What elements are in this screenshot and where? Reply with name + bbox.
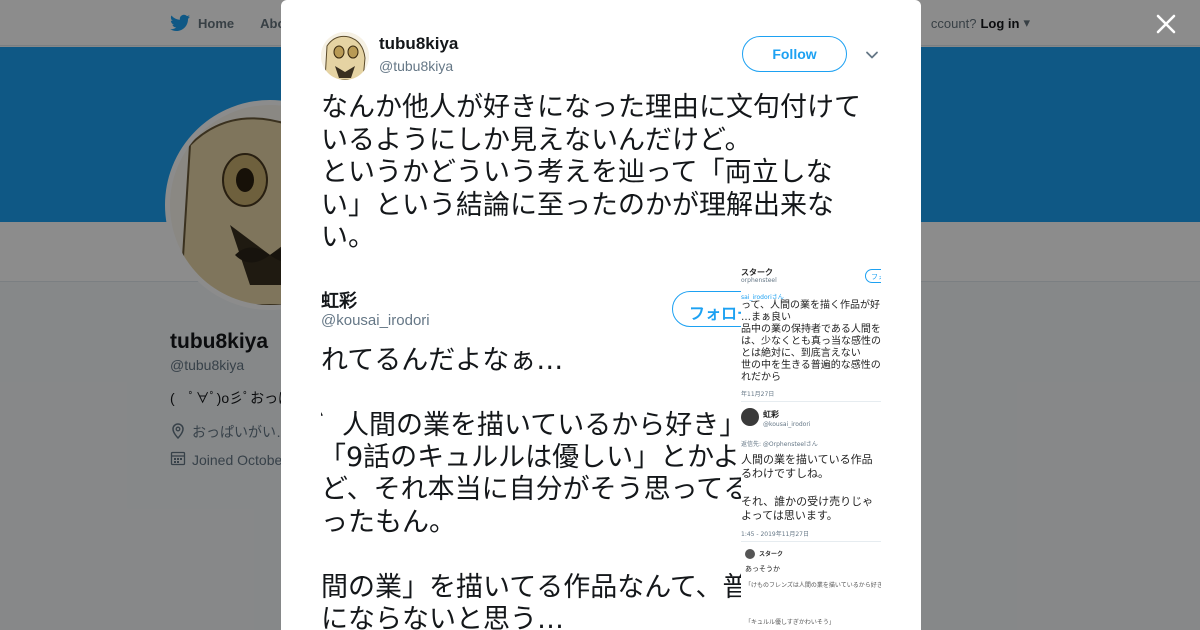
thread-reply-name: 虹彩 (763, 410, 779, 419)
tweet-author-handle[interactable]: @tubu8kiya (379, 58, 453, 74)
embedded-thread-panel: スターク orphensteel フォ sai_irodoriさん って、人間の… (741, 265, 881, 630)
thread-header-handle: orphensteel (741, 277, 777, 284)
tweet-text: なんか他人が好きになった理由に文句付けて いるようにしか見えないんだけど。 とい… (321, 92, 861, 253)
embedded-tweet-line: ゛人間の業を描いているから好き」 (321, 410, 741, 441)
thread-line: 世の中を生きる普遍的な感性の (741, 360, 881, 371)
embedded-tweet-line: 「9話のキュルルは優しい」とかよ (321, 442, 740, 473)
close-icon[interactable] (1152, 10, 1180, 38)
thread-line: …まぁ良い (741, 312, 791, 323)
thread-date: 年11月27日 (741, 391, 775, 398)
thread-date: 1:45 - 2019年11月27日 (741, 531, 809, 538)
thread-divider (741, 541, 881, 542)
chevron-down-icon[interactable] (863, 46, 881, 64)
embedded-tweet-line: ったもん。 (321, 507, 456, 538)
embedded-tweet-main: 虹彩 @kousai_irodori フォロー れてるんだよなぁ… ゛人間の業を… (321, 265, 741, 630)
thread-bottom-line: 「キュルル優しすぎかわいそう」 (745, 619, 835, 626)
thread-bottom-text: あっそうか (745, 565, 780, 573)
embedded-author-name: 虹彩 (321, 291, 357, 312)
thread-follow-button: フォ (865, 269, 881, 283)
thread-line: とは絶対に、到底言えない (741, 348, 861, 359)
follow-button[interactable]: Follow (742, 36, 847, 72)
embedded-tweet-line: にならないと思う… (321, 604, 564, 630)
thread-line: は、少なくとも真っ当な感性の (741, 336, 881, 347)
thread-line: よっては思います。 (741, 509, 838, 522)
thread-bottom-avatar (745, 549, 755, 559)
thread-bottom-line: 「けものフレンズは人間の業を描いているから好き」 (745, 582, 881, 589)
tweet-author-name[interactable]: tubu8kiya (379, 34, 458, 54)
embedded-tweet-line: 間の業」を描いてる作品なんて、普 (321, 572, 741, 603)
tweet-author-avatar[interactable] (321, 32, 369, 80)
thread-line: 品中の業の保持者である人間を (741, 324, 881, 335)
thread-bottom-name: スターク (759, 551, 784, 558)
embedded-tweet-line: れてるんだよなぁ… (321, 345, 564, 376)
embedded-follow-button: フォロー (672, 291, 741, 327)
thread-divider (741, 401, 881, 402)
thread-line: って、人間の業を描く作品が好 (741, 300, 880, 311)
thread-line: れだから (741, 372, 781, 383)
embedded-author-handle: @kousai_irodori (321, 312, 430, 329)
embedded-tweet-line: ど、それ本当に自分がそう思ってる (321, 474, 741, 505)
tweet-modal: tubu8kiya @tubu8kiya Follow なんか他人が好きになった… (281, 0, 921, 630)
thread-reply-handle: @kousai_irodori (763, 421, 811, 428)
thread-reply-avatar (741, 408, 759, 426)
tweet-media-image[interactable]: 虹彩 @kousai_irodori フォロー れてるんだよなぁ… ゛人間の業を… (321, 265, 881, 630)
thread-reply-to-2: 返信先: @Orphensteelさん (741, 441, 818, 448)
thread-line: るわけですしね。 (741, 467, 829, 480)
